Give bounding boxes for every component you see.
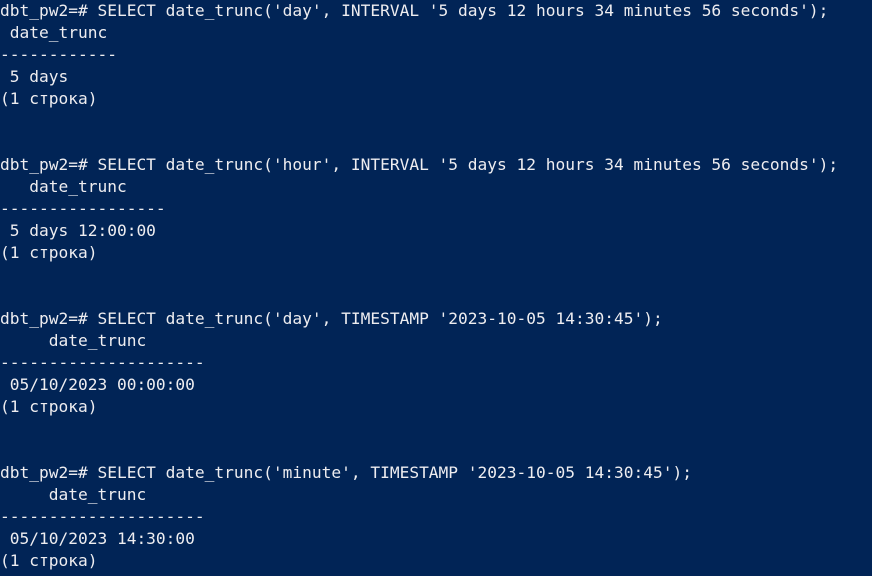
- result-header-2: date_trunc: [0, 177, 127, 196]
- command-line-3: dbt_pw2=# SELECT date_trunc('day', TIMES…: [0, 309, 663, 328]
- result-separator-1: ------------: [0, 45, 117, 64]
- result-value-3: 05/10/2023 00:00:00: [0, 375, 195, 394]
- result-header-4: date_trunc: [0, 485, 147, 504]
- row-count-1: (1 строка): [0, 89, 98, 108]
- result-separator-4: ---------------------: [0, 507, 205, 526]
- result-value-4: 05/10/2023 14:30:00: [0, 529, 195, 548]
- row-count-2: (1 строка): [0, 243, 98, 262]
- command-line-2: dbt_pw2=# SELECT date_trunc('hour', INTE…: [0, 155, 839, 174]
- command-line-1: dbt_pw2=# SELECT date_trunc('day', INTER…: [0, 1, 829, 20]
- result-value-2: 5 days 12:00:00: [0, 221, 156, 240]
- result-separator-2: -----------------: [0, 199, 166, 218]
- row-count-3: (1 строка): [0, 397, 98, 416]
- result-header-3: date_trunc: [0, 331, 147, 350]
- result-value-1: 5 days: [0, 67, 69, 86]
- result-header-1: date_trunc: [0, 23, 108, 42]
- command-line-4: dbt_pw2=# SELECT date_trunc('minute', TI…: [0, 463, 692, 482]
- terminal-window[interactable]: dbt_pw2=# SELECT date_trunc('day', INTER…: [0, 0, 872, 576]
- result-separator-3: ---------------------: [0, 353, 205, 372]
- row-count-4: (1 строка): [0, 551, 98, 570]
